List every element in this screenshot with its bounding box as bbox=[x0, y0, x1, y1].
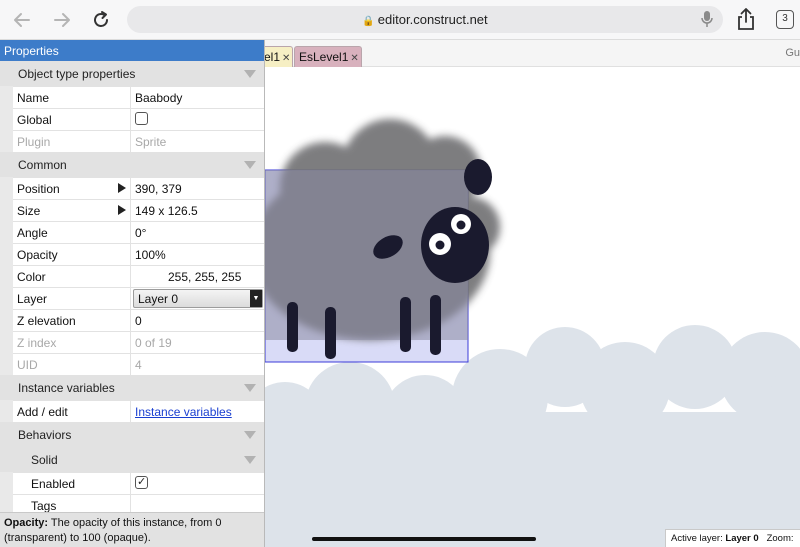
property-row-plugin: Plugin Sprite bbox=[13, 130, 264, 152]
section-instance-variables[interactable]: Instance variables bbox=[0, 375, 264, 400]
collapse-triangle-icon bbox=[244, 161, 256, 169]
layout-editor: el1 ✕ EsLevel1 ✕ Gu Active layer: Layer … bbox=[265, 40, 800, 547]
property-row-name[interactable]: Name Baabody bbox=[13, 86, 264, 108]
forward-arrow-icon bbox=[54, 13, 70, 27]
sheep-sprite[interactable] bbox=[265, 119, 500, 359]
lock-icon: 🔒 bbox=[362, 16, 375, 27]
collapse-triangle-icon bbox=[244, 70, 256, 78]
tab-level1[interactable]: el1 ✕ bbox=[265, 46, 293, 67]
property-row-add-edit: Add / edit Instance variables bbox=[13, 400, 264, 422]
property-row-layer[interactable]: Layer Layer 0 ▼ bbox=[13, 287, 264, 309]
property-row-position[interactable]: Position 390, 379 bbox=[13, 177, 264, 199]
dropdown-arrow-icon: ▼ bbox=[250, 290, 262, 307]
editor-tab-strip: el1 ✕ EsLevel1 ✕ Gu bbox=[265, 40, 800, 67]
section-object-type-properties[interactable]: Object type properties bbox=[0, 61, 264, 86]
close-tab-icon[interactable]: ✕ bbox=[350, 53, 358, 64]
expand-arrow-icon[interactable] bbox=[118, 183, 126, 193]
property-row-z-elevation[interactable]: Z elevation 0 bbox=[13, 309, 264, 331]
global-checkbox[interactable] bbox=[135, 112, 148, 125]
back-button[interactable] bbox=[10, 8, 34, 32]
address-bar[interactable]: 🔒 editor.construct.net bbox=[127, 6, 723, 33]
property-help-text: Opacity: The opacity of this instance, f… bbox=[0, 512, 264, 547]
home-indicator bbox=[312, 537, 536, 541]
property-row-global: Global bbox=[13, 108, 264, 130]
forward-button[interactable] bbox=[50, 8, 74, 32]
property-row-angle[interactable]: Angle 0° bbox=[13, 221, 264, 243]
properties-title: Properties bbox=[0, 40, 264, 61]
reload-icon bbox=[94, 11, 108, 27]
share-button[interactable] bbox=[736, 7, 756, 34]
editor-status-bar: Active layer: Layer 0 Zoom: bbox=[665, 529, 800, 547]
property-row-opacity[interactable]: Opacity 100% bbox=[13, 243, 264, 265]
tab-count-button[interactable]: 3 bbox=[776, 10, 794, 29]
name-value[interactable]: Baabody bbox=[131, 87, 264, 108]
section-solid[interactable]: Solid bbox=[0, 447, 264, 472]
browser-toolbar: 🔒 editor.construct.net 3 bbox=[0, 0, 800, 40]
toolbar-truncated-label: Gu bbox=[785, 47, 800, 59]
section-common[interactable]: Common bbox=[0, 152, 264, 177]
collapse-triangle-icon bbox=[244, 456, 256, 464]
microphone-icon[interactable] bbox=[701, 11, 713, 28]
url-text: editor.construct.net bbox=[377, 12, 488, 27]
property-row-z-index: Z index 0 of 19 bbox=[13, 331, 264, 353]
property-row-color[interactable]: Color 255, 255, 255 bbox=[13, 265, 264, 287]
property-row-uid: UID 4 bbox=[13, 353, 264, 375]
collapse-triangle-icon bbox=[244, 431, 256, 439]
collapse-triangle-icon bbox=[244, 384, 256, 392]
active-layer-value: Layer 0 bbox=[725, 533, 759, 544]
property-row-enabled: Enabled bbox=[13, 472, 264, 494]
section-behaviors[interactable]: Behaviors bbox=[0, 422, 264, 447]
instance-variables-link[interactable]: Instance variables bbox=[135, 405, 232, 419]
enabled-checkbox[interactable] bbox=[135, 475, 148, 489]
properties-panel: Properties Object type properties Name Ba… bbox=[0, 40, 265, 547]
expand-arrow-icon[interactable] bbox=[118, 205, 126, 215]
close-tab-icon[interactable]: ✕ bbox=[282, 53, 290, 64]
layer-select[interactable]: Layer 0 ▼ bbox=[133, 289, 263, 308]
layout-canvas[interactable] bbox=[265, 67, 800, 547]
property-row-size[interactable]: Size 149 x 126.5 bbox=[13, 199, 264, 221]
reload-button[interactable] bbox=[89, 8, 113, 32]
tab-eslevel1[interactable]: EsLevel1 ✕ bbox=[294, 46, 362, 67]
back-arrow-icon bbox=[14, 13, 30, 27]
share-icon bbox=[738, 8, 754, 30]
